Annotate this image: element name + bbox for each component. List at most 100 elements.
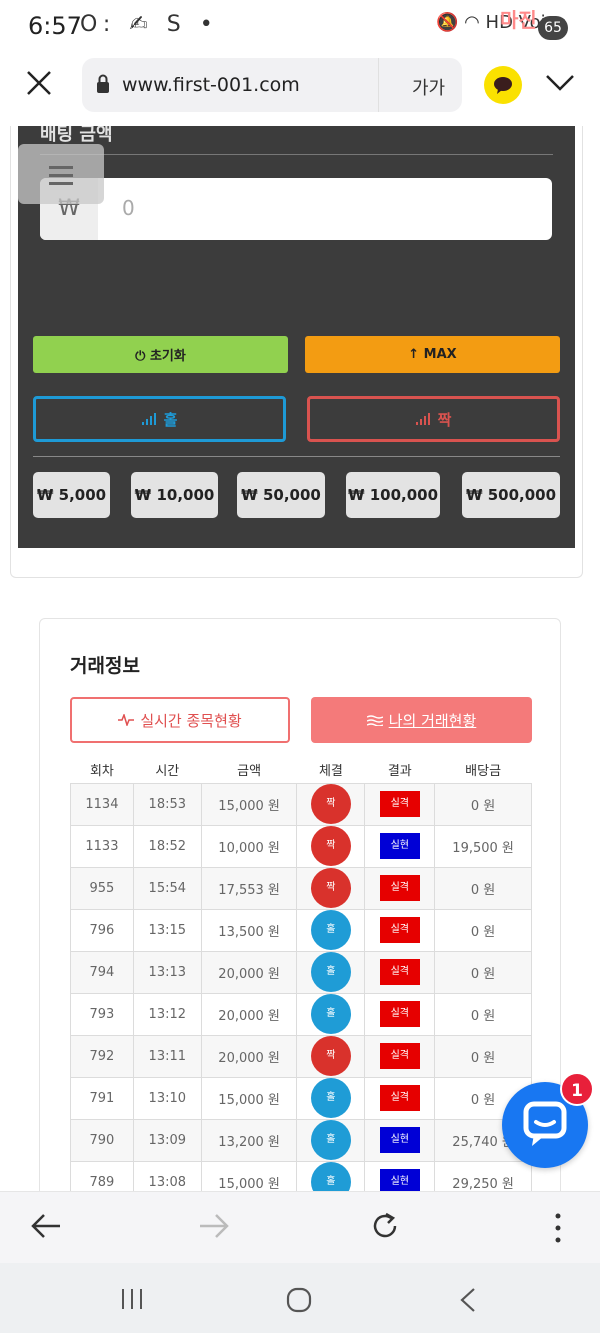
fill-ball: 짝 [310, 868, 351, 908]
cell-amount: 17,553 원 [200, 866, 298, 910]
forward-arrow-icon[interactable] [198, 1212, 230, 1244]
cell-round: 1133 [70, 824, 134, 868]
trades-table: 회차 시간 금액 체결 결과 배당금 1134 18:53 15,000 원 짝 실격 0… [70, 757, 532, 1204]
cell-amount: 13,500 원 [200, 908, 298, 952]
col-payout: 배당금 [465, 764, 502, 780]
fill-ball: 짝 [310, 1036, 351, 1076]
cell-payout: 19,500 원 [434, 824, 532, 868]
max-button[interactable]: ↑ MAX [305, 336, 560, 373]
table-row: 794 13:13 20,000 원 홀 실격 0 원 [70, 950, 532, 994]
system-nav-bar [0, 1263, 600, 1333]
clock: 6:57 [28, 12, 82, 40]
cell-round: 792 [70, 1034, 134, 1078]
pulse-icon [118, 714, 135, 726]
cell-time: 13:12 [132, 992, 202, 1036]
home-icon[interactable] [286, 1287, 312, 1317]
divider [40, 154, 553, 155]
kakaotalk-icon[interactable] [484, 66, 522, 104]
tab-my-trades[interactable]: 나의 거래현황 [311, 697, 532, 743]
fill-ball: 홀 [310, 994, 351, 1034]
chip-5000-button[interactable]: ₩ 5,000 [33, 472, 110, 518]
table-row: 1134 18:53 15,000 원 짝 실격 0 원 [70, 782, 532, 826]
cell-fill: 짝 [296, 1034, 366, 1078]
chip-100000-button[interactable]: ₩ 100,000 [346, 472, 440, 518]
bet-amount-title: 배팅 금액 [40, 124, 113, 145]
table-row: 1133 18:52 10,000 원 짝 실현 19,500 원 [70, 824, 532, 868]
cell-fill: 홀 [296, 950, 366, 994]
close-tab-icon[interactable] [24, 68, 58, 102]
tab-live-status[interactable]: 실시간 종목현황 [70, 697, 290, 743]
cell-amount: 15,000 원 [200, 1076, 298, 1120]
lock-icon [96, 74, 110, 94]
cell-amount: 13,200 원 [200, 1118, 298, 1162]
cell-amount: 15,000 원 [200, 782, 298, 826]
cell-payout: 0 원 [434, 992, 532, 1036]
cell-result: 실격 [364, 866, 436, 910]
cell-round: 796 [70, 908, 134, 952]
chip-10000-button[interactable]: ₩ 10,000 [131, 472, 218, 518]
bet-amount-value[interactable]: 0 [122, 196, 135, 220]
system-back-icon[interactable] [458, 1287, 478, 1317]
cell-round: 955 [70, 866, 134, 910]
cell-time: 13:09 [132, 1118, 202, 1162]
cell-result: 실현 [364, 1118, 436, 1162]
url-divider [378, 58, 379, 112]
odd-label: 홀 [163, 410, 178, 429]
cell-round: 790 [70, 1118, 134, 1162]
text-size-button[interactable]: 가가 [412, 74, 445, 100]
odd-bet-button[interactable]: 홀 [33, 396, 286, 442]
table-row: 796 13:15 13,500 원 홀 실격 0 원 [70, 908, 532, 952]
cell-round: 793 [70, 992, 134, 1036]
cell-payout: 0 원 [434, 782, 532, 826]
result-badge: 실격 [379, 875, 420, 901]
bet-panel: 배팅 금액 ₩ 0 ⏻ 초기화 ↑ MAX 홀 짝 ₩ 5,000 ₩ 10,0… [18, 124, 575, 548]
cell-fill: 홀 [296, 1076, 366, 1120]
fill-ball: 홀 [310, 952, 351, 992]
table-row: 791 13:10 15,000 원 홀 실격 0 원 [70, 1076, 532, 1120]
chat-unread-badge: 1 [560, 1072, 594, 1106]
back-arrow-icon[interactable] [30, 1212, 62, 1244]
refresh-icon[interactable] [369, 1210, 401, 1246]
divider [33, 456, 560, 457]
reset-button[interactable]: ⏻ 초기화 [33, 336, 288, 373]
status-bar: 6:57 O: ✍ S • 🔕 ◠ HD Voice 마진 65 [0, 0, 600, 56]
hamburger-menu-icon[interactable] [18, 144, 104, 204]
chip-500000-button[interactable]: ₩ 500,000 [462, 472, 560, 518]
col-round: 회차 [89, 764, 114, 780]
cell-amount: 20,000 원 [200, 950, 298, 994]
chevron-down-icon[interactable] [544, 66, 576, 105]
col-fill: 체결 [318, 764, 343, 780]
cell-time: 18:52 [132, 824, 202, 868]
tab-live-label: 실시간 종목현황 [140, 711, 242, 730]
chip-50000-button[interactable]: ₩ 50,000 [237, 472, 325, 518]
cell-fill: 홀 [296, 992, 366, 1036]
result-badge: 실격 [379, 791, 420, 817]
cell-time: 13:10 [132, 1076, 202, 1120]
notification-icons: O: ✍ S • [80, 12, 219, 37]
cell-amount: 10,000 원 [200, 824, 298, 868]
browser-url-bar: www.first-001.com 가가 [0, 56, 600, 126]
cell-payout: 0 원 [434, 950, 532, 994]
url-text[interactable]: www.first-001.com [122, 74, 300, 96]
cell-amount: 20,000 원 [200, 1034, 298, 1078]
recent-apps-icon[interactable] [120, 1287, 144, 1315]
table-row: 790 13:09 13,200 원 홀 실현 25,740 원 [70, 1118, 532, 1162]
col-result: 결과 [387, 764, 412, 780]
result-badge: 실격 [379, 917, 420, 943]
cell-result: 실격 [364, 1076, 436, 1120]
cell-result: 실격 [364, 992, 436, 1036]
result-badge: 실격 [379, 1085, 420, 1111]
even-bet-button[interactable]: 짝 [307, 396, 560, 442]
col-amount: 금액 [237, 764, 262, 780]
more-options-icon[interactable] [554, 1212, 562, 1248]
card-title: 거래정보 [70, 655, 140, 677]
even-label: 짝 [437, 410, 452, 429]
cell-amount: 20,000 원 [200, 992, 298, 1036]
cell-round: 791 [70, 1076, 134, 1120]
waves-icon [366, 715, 383, 726]
cell-payout: 0 원 [434, 1034, 532, 1078]
bet-amount-input[interactable]: ₩ 0 [40, 178, 552, 240]
table-header: 회차 시간 금액 체결 결과 배당금 [71, 757, 532, 783]
result-badge: 실격 [379, 1043, 420, 1069]
cell-result: 실격 [364, 1034, 436, 1078]
